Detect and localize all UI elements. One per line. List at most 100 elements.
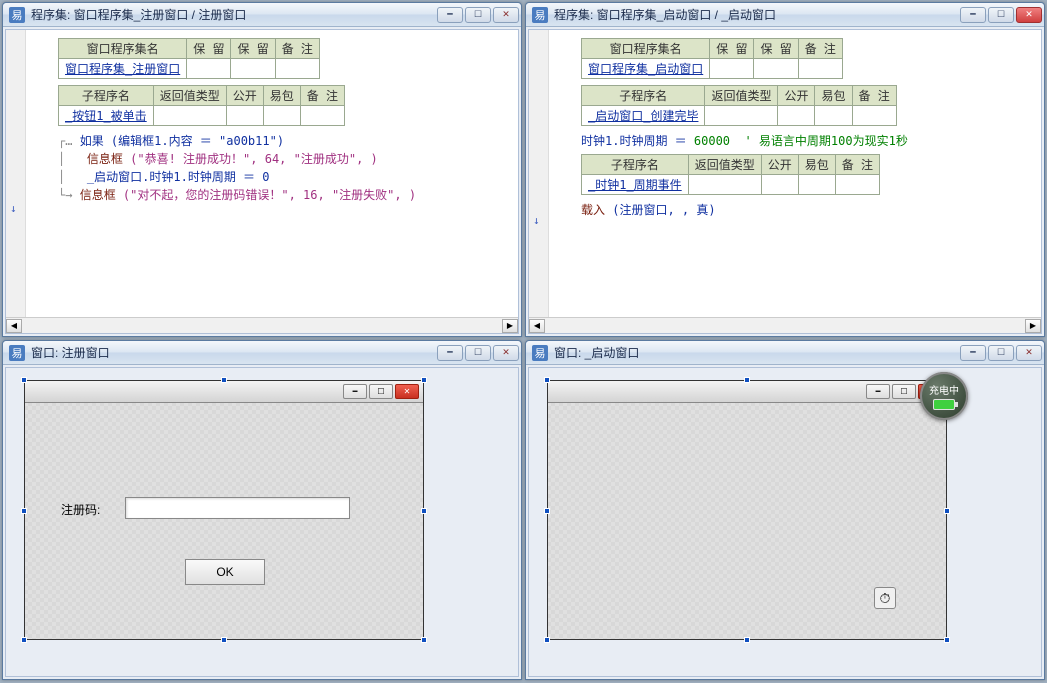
close-button[interactable]: ✕ <box>493 7 519 23</box>
code-line[interactable]: └→ 信息框 ("对不起，您的注册码错误！", 16, "注册失败", ) <box>58 186 510 204</box>
close-button[interactable]: ✕ <box>1016 345 1042 361</box>
scroll-right-icon[interactable]: ▶ <box>1025 319 1041 333</box>
hscrollbar[interactable]: ◀▶ <box>529 317 1041 333</box>
close-button[interactable]: ✕ <box>493 345 519 361</box>
minimize-button[interactable]: ━ <box>960 7 986 23</box>
cell-empty[interactable] <box>153 106 226 126</box>
form-titlebar: ━ ☐ ✕ <box>25 381 423 403</box>
app-icon: 易 <box>9 7 25 23</box>
titlebar[interactable]: 易 程序集: 窗口程序集_注册窗口 / 注册窗口 ━ ☐ ✕ <box>3 3 521 27</box>
cell-empty[interactable] <box>835 175 879 195</box>
design-surface[interactable]: ━ ☐ ✕ ⏱ <box>528 367 1042 677</box>
scroll-right-icon[interactable]: ▶ <box>502 319 518 333</box>
code-area[interactable]: ↓ 窗口程序集名 保 留 保 留 备 注 窗口程序集_启动窗口 子程 <box>529 30 1041 317</box>
titlebar[interactable]: 易 程序集: 窗口程序集_启动窗口 / _启动窗口 ━ ☐ ✕ <box>526 3 1044 27</box>
cell-empty[interactable] <box>275 59 319 79</box>
cell-empty[interactable] <box>815 106 852 126</box>
subroutine-table-2[interactable]: 子程序名 返回值类型 公开 易包 备 注 _时钟1_周期事件 <box>581 154 880 195</box>
cell-empty[interactable] <box>263 106 300 126</box>
form-minimize-icon: ━ <box>343 384 367 399</box>
col-ret-type: 返回值类型 <box>153 86 226 106</box>
form-body: ⏱ <box>548 403 946 639</box>
label-regcode: 注册码: <box>61 501 100 518</box>
cell-empty[interactable] <box>778 106 815 126</box>
maximize-button[interactable]: ☐ <box>988 7 1014 23</box>
cell-empty[interactable] <box>300 106 344 126</box>
cell-empty[interactable] <box>852 106 896 126</box>
col-remark: 备 注 <box>275 39 319 59</box>
resize-handle-n[interactable] <box>221 377 227 383</box>
hscrollbar[interactable]: ◀▶ <box>6 317 518 333</box>
code-line[interactable]: 载入 (注册窗口, , 真) <box>581 201 1033 219</box>
app-icon: 易 <box>9 345 25 361</box>
minimize-button[interactable]: ━ <box>437 345 463 361</box>
cell-empty[interactable] <box>798 59 842 79</box>
cell-empty[interactable] <box>688 175 761 195</box>
cell-set-value[interactable]: 窗口程序集_注册窗口 <box>59 59 187 79</box>
subroutine-table[interactable]: 子程序名 返回值类型 公开 易包 备 注 _按钮1_被单击 <box>58 85 345 126</box>
cell-empty[interactable] <box>710 59 754 79</box>
code-token-comment: ' 易语言中周期100为现实1秒 <box>730 134 908 148</box>
gutter: ↓ <box>529 30 549 317</box>
code-token-if: 如果 (编辑框1.内容 ＝ "a00b11") <box>80 134 284 148</box>
subroutine-table[interactable]: 子程序名 返回值类型 公开 易包 备 注 _启动窗口_创建完毕 <box>581 85 897 126</box>
assembly-table[interactable]: 窗口程序集名 保 留 保 留 备 注 窗口程序集_注册窗口 <box>58 38 320 79</box>
code-line[interactable]: ┌… 如果 (编辑框1.内容 ＝ "a00b11") <box>58 132 510 150</box>
cell-empty[interactable] <box>754 59 798 79</box>
maximize-button[interactable]: ☐ <box>465 345 491 361</box>
code-token-assign: _启动窗口.时钟1.时钟周期 ＝ 0 <box>87 170 270 184</box>
client-area: ↓ 窗口程序集名 保 留 保 留 备 注 窗口程序集_注册窗口 子程 <box>5 29 519 334</box>
titlebar[interactable]: 易 窗口: 注册窗口 ━ ☐ ✕ <box>3 341 521 365</box>
cell-sub-value[interactable]: _启动窗口_创建完毕 <box>582 106 705 126</box>
client-area: ↓ 窗口程序集名 保 留 保 留 备 注 窗口程序集_启动窗口 子程 <box>528 29 1042 334</box>
assembly-table[interactable]: 窗口程序集名 保 留 保 留 备 注 窗口程序集_启动窗口 <box>581 38 843 79</box>
col-set-name: 窗口程序集名 <box>582 39 710 59</box>
resize-handle-nw[interactable] <box>544 377 550 383</box>
cell-empty[interactable] <box>705 106 778 126</box>
col-public: 公开 <box>761 155 798 175</box>
button-ok[interactable]: OK <box>185 559 265 585</box>
cell-sub2-value[interactable]: _时钟1_周期事件 <box>582 175 689 195</box>
form-startup[interactable]: ━ ☐ ✕ ⏱ <box>547 380 947 640</box>
designer-window-register: 易 窗口: 注册窗口 ━ ☐ ✕ ━ ☐ ✕ 注册码: OK <box>2 340 522 680</box>
gutter-arrow-icon: ↓ <box>10 202 17 215</box>
input-regcode[interactable] <box>125 497 350 519</box>
titlebar[interactable]: 易 窗口: _启动窗口 ━ ☐ ✕ <box>526 341 1044 365</box>
window-title: 窗口: _启动窗口 <box>554 344 960 361</box>
minimize-button[interactable]: ━ <box>437 7 463 23</box>
cell-sub-value[interactable]: _按钮1_被单击 <box>59 106 154 126</box>
cell-empty[interactable] <box>231 59 275 79</box>
col-easy: 易包 <box>798 155 835 175</box>
code-line[interactable]: │ _启动窗口.时钟1.时钟周期 ＝ 0 <box>58 168 510 186</box>
col-remark: 备 注 <box>300 86 344 106</box>
timer-icon[interactable]: ⏱ <box>874 587 896 609</box>
code-line[interactable]: 时钟1.时钟周期 ＝ 60000 ' 易语言中周期100为现实1秒 <box>581 132 1033 150</box>
cell-empty[interactable] <box>187 59 231 79</box>
app-icon: 易 <box>532 345 548 361</box>
minimize-button[interactable]: ━ <box>960 345 986 361</box>
code-line[interactable]: │ 信息框 ("恭喜! 注册成功！", 64, "注册成功", ) <box>58 150 510 168</box>
form-maximize-icon: ☐ <box>369 384 393 399</box>
gutter-arrow-icon: ↓ <box>533 214 540 227</box>
cell-empty[interactable] <box>226 106 263 126</box>
code-window-startup: 易 程序集: 窗口程序集_启动窗口 / _启动窗口 ━ ☐ ✕ ↓ 窗口程序集名… <box>525 2 1045 337</box>
form-register[interactable]: ━ ☐ ✕ 注册码: OK <box>24 380 424 640</box>
design-surface[interactable]: ━ ☐ ✕ 注册码: OK <box>5 367 519 677</box>
resize-handle-nw[interactable] <box>21 377 27 383</box>
cell-empty[interactable] <box>798 175 835 195</box>
cell-empty[interactable] <box>761 175 798 195</box>
resize-handle-ne[interactable] <box>421 377 427 383</box>
maximize-button[interactable]: ☐ <box>988 345 1014 361</box>
close-button[interactable]: ✕ <box>1016 7 1042 23</box>
maximize-button[interactable]: ☐ <box>465 7 491 23</box>
scroll-left-icon[interactable]: ◀ <box>529 319 545 333</box>
cell-set-value[interactable]: 窗口程序集_启动窗口 <box>582 59 710 79</box>
scroll-left-icon[interactable]: ◀ <box>6 319 22 333</box>
resize-handle-n[interactable] <box>744 377 750 383</box>
battery-widget[interactable]: 充电中 <box>920 372 968 420</box>
app-icon: 易 <box>532 7 548 23</box>
form-titlebar: ━ ☐ ✕ <box>548 381 946 403</box>
code-area[interactable]: ↓ 窗口程序集名 保 留 保 留 备 注 窗口程序集_注册窗口 子程 <box>6 30 518 317</box>
form-maximize-icon: ☐ <box>892 384 916 399</box>
col-reserve2: 保 留 <box>231 39 275 59</box>
